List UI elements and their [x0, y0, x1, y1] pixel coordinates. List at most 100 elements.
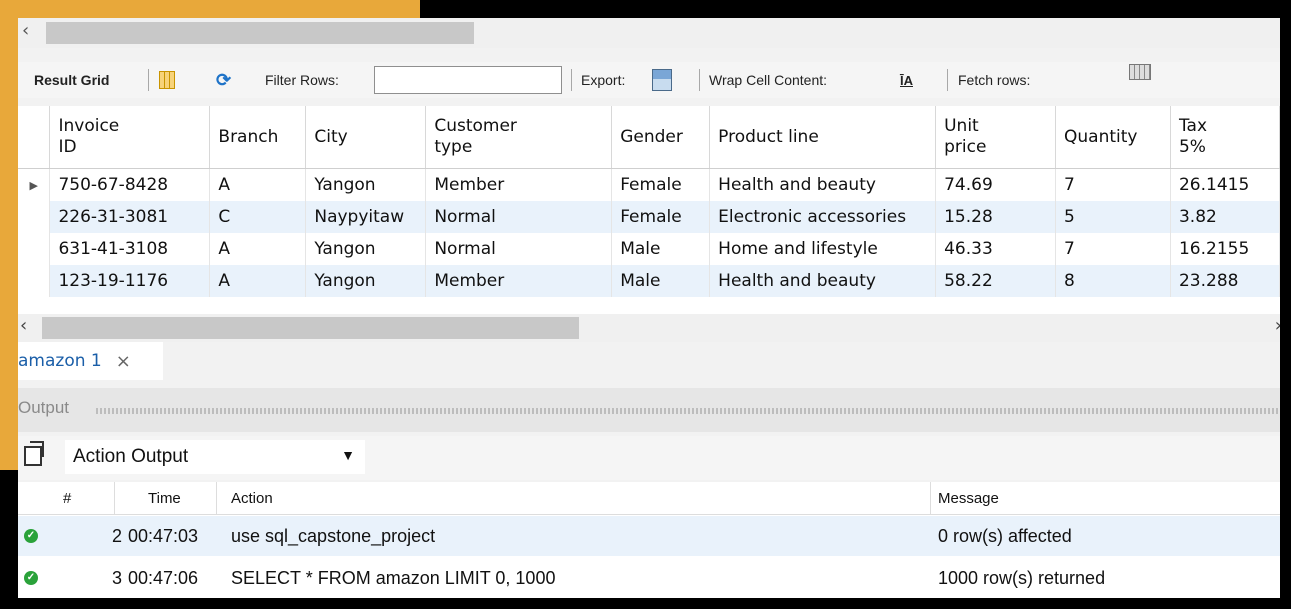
cell[interactable]: 16.2155: [1170, 233, 1280, 265]
row-selector-header: [18, 106, 51, 169]
cell[interactable]: Member: [425, 168, 613, 201]
cell[interactable]: 58.22: [935, 265, 1057, 297]
cell[interactable]: A: [209, 233, 307, 265]
cell[interactable]: Naypyitaw: [305, 201, 427, 233]
top-horizontal-scrollbar[interactable]: ‹: [18, 18, 1280, 48]
cell[interactable]: 5: [1055, 201, 1171, 233]
cell[interactable]: Yangon: [305, 265, 427, 297]
fetch-rows-label: Fetch rows:: [958, 72, 1031, 88]
separator: [699, 69, 700, 91]
cell[interactable]: Yangon: [305, 168, 427, 201]
cell[interactable]: 26.1415: [1170, 168, 1280, 201]
cell[interactable]: C: [209, 201, 307, 233]
cell[interactable]: 74.69: [935, 168, 1057, 201]
column-header-gender[interactable]: Gender: [611, 106, 711, 169]
copy-icon[interactable]: [24, 441, 44, 466]
grid-icon[interactable]: [159, 71, 175, 89]
filter-rows-input[interactable]: [374, 66, 562, 94]
cell[interactable]: 226-31-3081: [49, 201, 211, 233]
cell[interactable]: 46.33: [935, 233, 1057, 265]
column-header-time[interactable]: Time: [148, 490, 181, 507]
cell[interactable]: 23.288: [1170, 265, 1280, 297]
cell[interactable]: Male: [611, 265, 711, 297]
result-toolbar: Result Grid ⟳ Filter Rows: Export: Wrap …: [18, 62, 1280, 98]
output-num: 3: [111, 567, 122, 588]
refresh-icon[interactable]: ⟳: [216, 70, 231, 91]
fetch-rows-icon[interactable]: [1129, 64, 1151, 80]
result-grid-label[interactable]: Result Grid: [34, 72, 109, 88]
scroll-left-icon[interactable]: ‹: [20, 315, 27, 336]
export-icon[interactable]: [652, 69, 672, 91]
row-selector[interactable]: [18, 233, 51, 265]
output-header-row: # Time Action Message: [18, 482, 1280, 515]
cell[interactable]: Female: [611, 168, 711, 201]
scrollbar-thumb[interactable]: [42, 317, 579, 339]
cell[interactable]: A: [209, 265, 307, 297]
cell[interactable]: 3.82: [1170, 201, 1280, 233]
wrap-text-icon[interactable]: ĪA: [900, 73, 913, 88]
column-divider: [114, 482, 115, 514]
cell[interactable]: Member: [425, 265, 613, 297]
cell[interactable]: Health and beauty: [709, 265, 937, 297]
drag-handle[interactable]: [96, 408, 1280, 414]
separator: [148, 69, 149, 91]
cell[interactable]: 123-19-1176: [49, 265, 211, 297]
cell[interactable]: Female: [611, 201, 711, 233]
export-label: Export:: [581, 72, 626, 88]
column-header-message[interactable]: Message: [938, 490, 999, 507]
output-type-select[interactable]: Action Output ▼: [65, 440, 365, 474]
filter-rows-label: Filter Rows:: [265, 72, 339, 88]
column-header-tax[interactable]: Tax 5%: [1170, 106, 1280, 169]
scroll-right-icon[interactable]: ›: [1275, 315, 1280, 336]
scrollbar-thumb[interactable]: [46, 22, 474, 44]
column-header-quantity[interactable]: Quantity: [1055, 106, 1171, 169]
output-type-value: Action Output: [73, 446, 189, 467]
cell[interactable]: Yangon: [305, 233, 427, 265]
column-header-num[interactable]: #: [63, 490, 71, 507]
table-row[interactable]: ▶ 750-67-8428 A Yangon Member Female Hea…: [18, 168, 1280, 201]
cell[interactable]: Male: [611, 233, 711, 265]
row-selector[interactable]: [18, 201, 51, 233]
output-action: SELECT * FROM amazon LIMIT 0, 1000: [231, 567, 556, 588]
table-row[interactable]: 226-31-3081 C Naypyitaw Normal Female El…: [18, 201, 1280, 233]
output-time: 00:47:03: [128, 525, 199, 546]
row-selector[interactable]: [18, 265, 51, 297]
cell[interactable]: A: [209, 168, 307, 201]
output-row[interactable]: ✓ 3 00:47:06 SELECT * FROM amazon LIMIT …: [18, 558, 1280, 598]
output-message: 1000 row(s) returned: [938, 567, 1106, 588]
column-header-city[interactable]: City: [305, 106, 427, 169]
grid-horizontal-scrollbar[interactable]: ‹ ›: [18, 314, 1280, 342]
background-corner-left: [0, 0, 18, 470]
separator: [571, 69, 572, 91]
column-header-action[interactable]: Action: [231, 490, 273, 507]
close-icon[interactable]: ×: [116, 351, 131, 372]
scroll-left-icon[interactable]: ‹: [22, 20, 29, 41]
column-header-invoice-id[interactable]: Invoice ID: [49, 106, 211, 169]
column-header-product-line[interactable]: Product line: [709, 106, 937, 169]
column-header-unit-price[interactable]: Unit price: [935, 106, 1057, 169]
result-grid: Invoice ID Branch City Customer type Gende…: [18, 106, 1280, 316]
cell[interactable]: Normal: [425, 233, 613, 265]
table-row[interactable]: 631-41-3108 A Yangon Normal Male Home an…: [18, 233, 1280, 265]
output-row[interactable]: ✓ 2 00:47:03 use sql_capstone_project 0 …: [18, 516, 1280, 556]
cell[interactable]: Normal: [425, 201, 613, 233]
cell[interactable]: 15.28: [935, 201, 1057, 233]
cell[interactable]: Home and lifestyle: [709, 233, 937, 265]
cell[interactable]: Health and beauty: [709, 168, 937, 201]
cell[interactable]: 8: [1055, 265, 1171, 297]
chevron-down-icon[interactable]: ▼: [341, 447, 355, 463]
current-row-icon[interactable]: ▶: [18, 168, 51, 201]
wrap-cell-content-label: Wrap Cell Content:: [709, 72, 828, 88]
cell[interactable]: Electronic accessories: [709, 201, 937, 233]
cell[interactable]: 750-67-8428: [49, 168, 211, 201]
cell[interactable]: 631-41-3108: [49, 233, 211, 265]
background-corner: [0, 0, 420, 18]
cell[interactable]: 7: [1055, 233, 1171, 265]
column-header-branch[interactable]: Branch: [209, 106, 307, 169]
column-divider: [216, 482, 217, 514]
column-header-customer-type[interactable]: Customer type: [425, 106, 613, 169]
table-row[interactable]: 123-19-1176 A Yangon Member Male Health …: [18, 265, 1280, 297]
result-tab-bar: amazon 1 ×: [18, 342, 1280, 380]
tab-amazon-1[interactable]: amazon 1 ×: [18, 342, 163, 380]
cell[interactable]: 7: [1055, 168, 1171, 201]
